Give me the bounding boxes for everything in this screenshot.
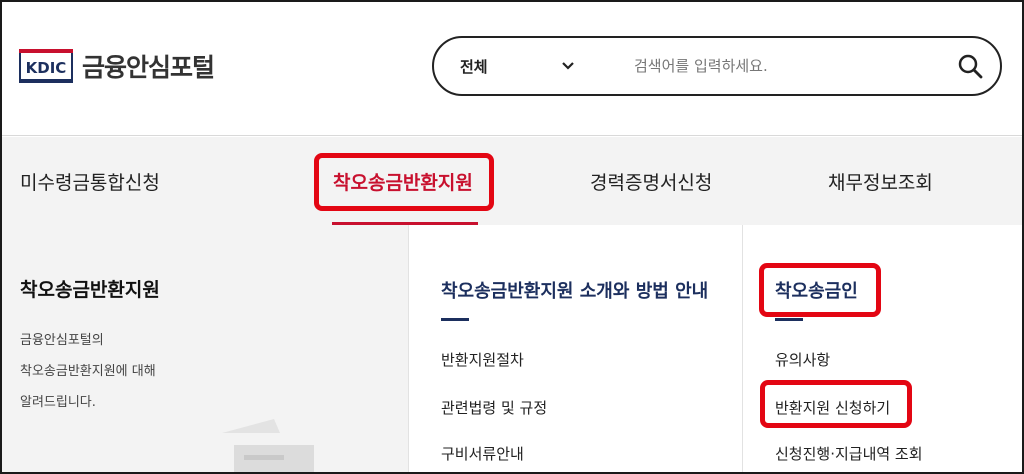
submenu-link-procedure[interactable]: 반환지원절차 xyxy=(441,349,524,370)
submenu-link-status-inquiry[interactable]: 신청진행·지급내역 조회 xyxy=(775,443,923,464)
page-frame: KDIC 금융안심포털 전체 미수령금통합신청 착오송금반환지원 xyxy=(0,0,1024,474)
submenu-intro-panel: 착오송금반환지원 금융안심포털의 착오송금반환지원에 대해 알려드립니다. xyxy=(2,225,408,472)
search-category-select[interactable]: 전체 xyxy=(434,56,584,77)
submenu-link-notice[interactable]: 유의사항 xyxy=(775,349,830,370)
nav-item-debt-info[interactable]: 채무정보조회 xyxy=(828,137,933,225)
document-illustration-icon xyxy=(222,419,314,472)
nav-item-unclaimed[interactable]: 미수령금통합신청 xyxy=(20,137,160,225)
column-title-bar xyxy=(775,318,803,321)
column-title-bar xyxy=(441,318,469,321)
nav-item-career-certificate[interactable]: 경력증명서신청 xyxy=(590,137,712,225)
search-button[interactable] xyxy=(940,38,1000,94)
search-category-value: 전체 xyxy=(460,57,488,76)
kdic-logo-icon: KDIC xyxy=(18,47,74,85)
submenu-column-sender: 착오송금인 유의사항 반환지원 신청하기 신청진행·지급내역 조회 xyxy=(742,225,1022,472)
main-nav: 미수령금통합신청 착오송금반환지원 경력증명서신청 채무정보조회 xyxy=(2,137,1022,225)
submenu-link-apply[interactable]: 반환지원 신청하기 xyxy=(775,397,890,418)
search-input[interactable] xyxy=(584,57,940,75)
intro-desc-line: 금융안심포털의 xyxy=(20,333,104,348)
logo-mark-text: KDIC xyxy=(26,59,67,77)
submenu-link-documents[interactable]: 구비서류안내 xyxy=(441,443,524,464)
submenu-intro-title: 착오송금반환지원 xyxy=(20,279,160,301)
search-bar: 전체 xyxy=(432,36,1002,96)
submenu-intro-description: 금융안심포털의 착오송금반환지원에 대해 알려드립니다. xyxy=(20,325,156,418)
site-logo[interactable]: KDIC 금융안심포털 xyxy=(18,46,215,86)
intro-desc-line: 착오송금반환지원에 대해 xyxy=(20,364,156,379)
submenu-column-intro: 착오송금반환지원 소개와 방법 안내 반환지원절차 관련법령 및 규정 구비서류… xyxy=(408,225,742,472)
submenu-column-title-sender[interactable]: 착오송금인 xyxy=(775,277,858,303)
nav-item-mistaken-transfer[interactable]: 착오송금반환지원 xyxy=(333,137,473,225)
chevron-down-icon xyxy=(562,62,574,70)
site-header: KDIC 금융안심포털 전체 xyxy=(2,2,1022,136)
submenu-column-title[interactable]: 착오송금반환지원 소개와 방법 안내 xyxy=(441,277,708,303)
intro-desc-line: 알려드립니다. xyxy=(20,395,96,410)
search-icon xyxy=(958,54,983,79)
logo-text: 금융안심포털 xyxy=(82,53,215,82)
submenu-link-regulations[interactable]: 관련법령 및 규정 xyxy=(441,397,547,418)
